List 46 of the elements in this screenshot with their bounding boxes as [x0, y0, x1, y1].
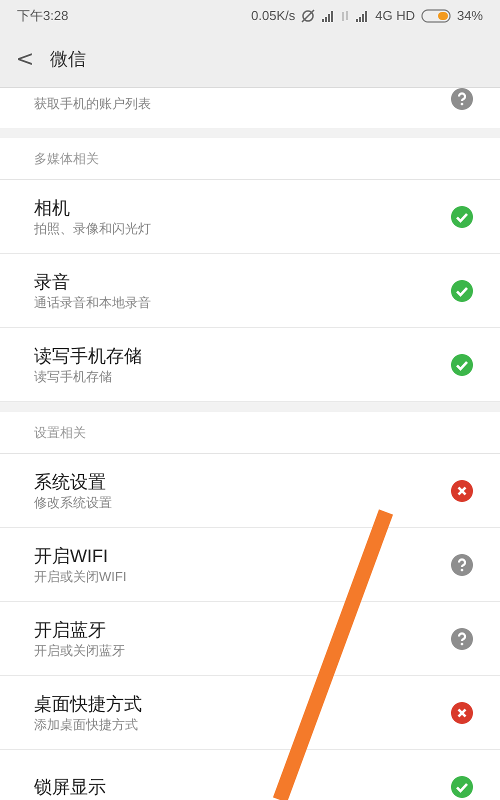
permission-subtitle: 开启或关闭WIFI	[34, 568, 126, 586]
network-speed: 0.05K/s	[251, 7, 296, 26]
permission-subtitle: 修改系统设置	[34, 494, 112, 512]
permission-subtitle: 开启或关闭蓝牙	[34, 642, 125, 660]
signal-icon	[321, 10, 336, 22]
battery-percent: 34%	[456, 7, 483, 26]
battery-icon	[420, 9, 451, 23]
permission-title: 桌面快捷方式	[34, 692, 142, 716]
permission-row[interactable]: 读写手机存储 读写手机存储	[0, 328, 500, 402]
section-header: 设置相关	[0, 412, 500, 454]
question-icon[interactable]	[451, 554, 473, 576]
permission-subtitle: 读写手机存储	[34, 368, 113, 386]
cross-icon[interactable]	[451, 702, 473, 724]
permission-title: 系统设置	[34, 470, 107, 494]
question-icon[interactable]	[451, 88, 473, 110]
permission-row[interactable]: 锁屏显示	[0, 750, 500, 800]
section-header: 多媒体相关	[0, 138, 500, 180]
question-icon[interactable]	[451, 628, 473, 650]
permission-row[interactable]: 桌面快捷方式 添加桌面快捷方式	[0, 676, 500, 750]
status-time: 下午3:28	[17, 7, 68, 26]
permission-row[interactable]: 相机 拍照、录像和闪光灯	[0, 180, 500, 254]
permission-subtitle: 添加桌面快捷方式	[34, 716, 139, 734]
check-icon[interactable]	[451, 280, 473, 302]
permission-title: 相机	[34, 196, 71, 220]
permission-subtitle: 拍照、录像和闪光灯	[34, 220, 151, 238]
permission-row[interactable]: 开启WIFI 开启或关闭WIFI	[0, 528, 500, 602]
check-icon[interactable]	[451, 354, 473, 376]
permission-subtitle: 通话录音和本地录音	[34, 294, 151, 312]
cross-icon[interactable]	[451, 480, 473, 502]
permission-row[interactable]: 开启蓝牙 开启或关闭蓝牙	[0, 602, 500, 676]
permission-row[interactable]: 系统设置 修改系统设置	[0, 454, 500, 528]
permission-title: 读写手机存储	[34, 344, 142, 368]
permission-title: 录音	[34, 270, 71, 294]
page-title: 微信	[50, 48, 86, 71]
permission-title: 开启WIFI	[34, 544, 109, 568]
network-type: 4G HD	[375, 7, 415, 26]
data-transfer-icon	[341, 10, 350, 22]
permission-row[interactable]: 录音 通话录音和本地录音	[0, 254, 500, 328]
permission-title: 开启蓝牙	[34, 618, 107, 642]
permission-title: 锁屏显示	[34, 776, 106, 798]
alarm-off-icon	[301, 9, 316, 23]
check-icon[interactable]	[451, 206, 473, 228]
permission-subtitle: 获取手机的账户列表	[34, 95, 151, 113]
back-button[interactable]: <	[0, 32, 50, 88]
signal-icon	[355, 10, 370, 22]
check-icon[interactable]	[451, 776, 473, 798]
